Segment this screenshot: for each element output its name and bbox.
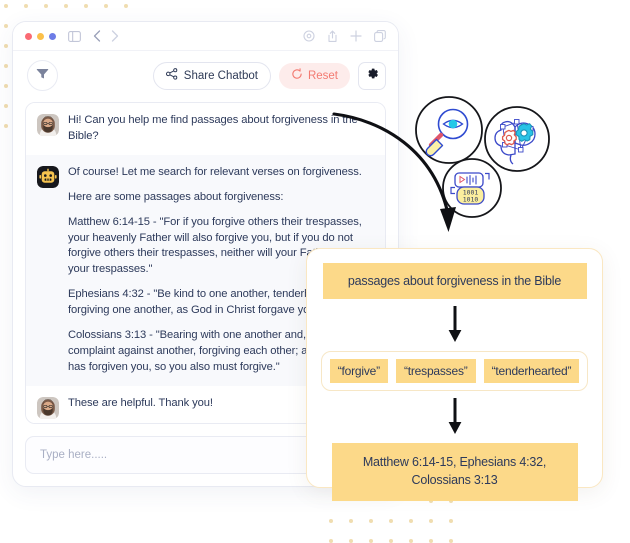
share-upload-icon[interactable]	[327, 30, 338, 43]
message-paragraph: These are helpful. Thank you!	[68, 396, 213, 409]
flow-query-chip: passages about forgiveness in the Bible	[322, 263, 587, 299]
filter-button[interactable]	[27, 60, 58, 91]
flow-result-chip: Matthew 6:14-15, Ephesians 4:32, Colossi…	[331, 443, 578, 501]
flow-keyword-chip: “forgive”	[329, 359, 388, 383]
flow-curved-arrow	[330, 108, 470, 253]
reset-label: Reset	[307, 69, 338, 82]
message-paragraph: Here are some passages about forgiveness…	[68, 190, 284, 203]
copy-tabs-icon[interactable]	[374, 30, 386, 42]
plus-icon[interactable]	[350, 30, 362, 42]
message-text: These are helpful. Thank you!	[68, 396, 213, 419]
decorative-dot	[104, 4, 108, 8]
decorative-dot	[4, 124, 8, 128]
decorative-dot	[409, 519, 413, 523]
decorative-dot	[84, 4, 88, 8]
filter-funnel-icon	[36, 67, 49, 85]
maximize-window-button[interactable]	[49, 32, 56, 40]
decorative-dot	[4, 84, 8, 88]
chat-toolbar: Share Chatbot Reset	[13, 51, 398, 100]
flow-keyword-chip: “trespasses”	[395, 359, 476, 383]
reset-refresh-icon	[291, 68, 303, 83]
avatar	[37, 165, 59, 188]
sidebar-toggle-icon[interactable]	[68, 30, 81, 42]
settings-button[interactable]	[358, 61, 386, 90]
close-window-button[interactable]	[25, 32, 32, 40]
flow-keyword-chip: “tenderhearted”	[483, 359, 580, 383]
message-input-placeholder: Type here.....	[40, 449, 108, 461]
share-nodes-icon	[165, 68, 178, 83]
flow-keywords-row: “forgive” “trespasses” “tenderhearted”	[320, 351, 589, 391]
reset-button[interactable]: Reset	[278, 62, 350, 89]
titlebar-actions	[303, 30, 386, 43]
message-paragraph: Of course! Let me search for relevant ve…	[68, 165, 362, 178]
decorative-dot	[429, 519, 433, 523]
avatar	[37, 396, 59, 419]
flow-arrow-down-2	[446, 398, 464, 436]
gear-icon	[366, 67, 379, 85]
decorative-dots-bottom-right	[325, 495, 525, 543]
decorative-dot	[4, 44, 8, 48]
brain-gears-icon	[484, 106, 550, 172]
decorative-dot	[24, 4, 28, 8]
browser-titlebar	[13, 22, 398, 51]
decorative-dot	[389, 519, 393, 523]
search-flow-card: passages about forgiveness in the Bible …	[306, 248, 603, 501]
share-chatbot-button[interactable]: Share Chatbot	[152, 61, 271, 90]
decorative-dot	[4, 24, 8, 28]
decorative-dot	[124, 4, 128, 8]
decorative-dot	[44, 4, 48, 8]
decorative-dot	[329, 519, 333, 523]
decorative-dot	[4, 104, 8, 108]
avatar	[37, 114, 59, 136]
flow-arrow-down-1	[446, 306, 464, 344]
decorative-dot	[4, 64, 8, 68]
minimize-window-button[interactable]	[37, 32, 44, 40]
shield-icon[interactable]	[303, 30, 315, 42]
decorative-dot	[349, 519, 353, 523]
decorative-dot	[4, 4, 8, 8]
nav-forward-icon[interactable]	[111, 30, 119, 42]
window-controls[interactable]	[25, 32, 56, 40]
decorative-dot	[64, 4, 68, 8]
decorative-dot	[449, 519, 453, 523]
decorative-dot	[369, 519, 373, 523]
message-paragraph: Hi! Can you help me find passages about …	[68, 114, 358, 142]
share-chatbot-label: Share Chatbot	[183, 69, 258, 82]
nav-back-icon[interactable]	[93, 30, 101, 42]
message-text: Hi! Can you help me find passages about …	[68, 113, 373, 145]
